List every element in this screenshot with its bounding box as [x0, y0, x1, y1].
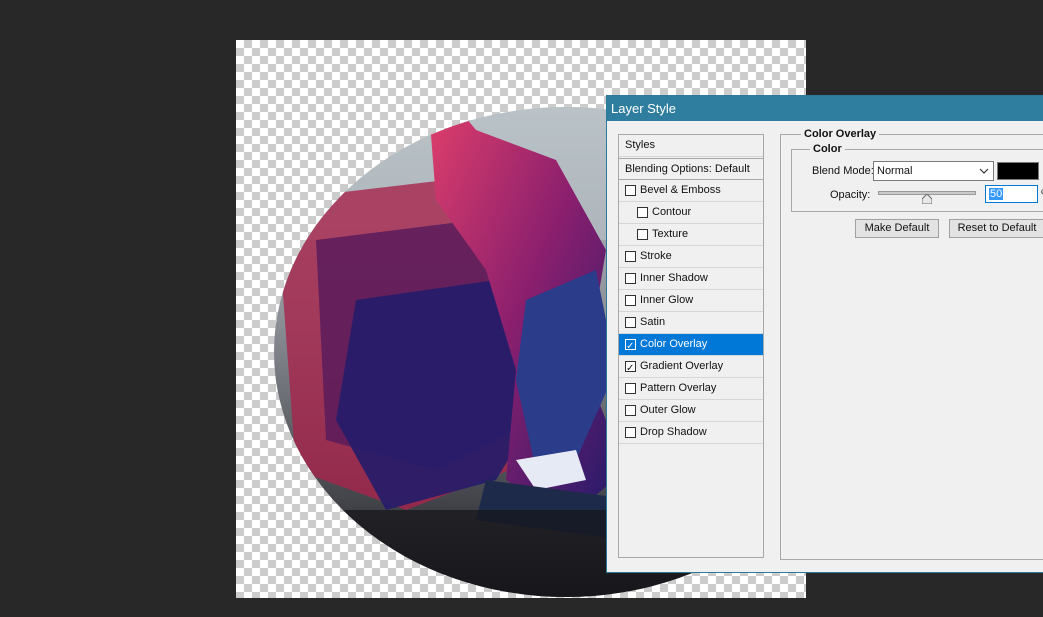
checkbox-icon[interactable] — [625, 317, 636, 328]
style-item-label: Gradient Overlay — [640, 360, 724, 372]
section-title: Color Overlay — [801, 128, 880, 140]
style-item-label: Inner Shadow — [640, 272, 708, 284]
style-item-label: Texture — [652, 228, 689, 240]
color-fieldset: Color Blend Mode: Normal Opacity: 50 — [791, 143, 1043, 212]
style-item-contour[interactable]: Contour — [619, 202, 763, 224]
checkbox-icon[interactable] — [625, 251, 636, 262]
overlay-color-swatch[interactable] — [997, 162, 1039, 180]
style-item-inner-shadow[interactable]: Inner Shadow — [619, 268, 763, 290]
checkbox-icon[interactable] — [637, 207, 648, 218]
checkbox-icon[interactable] — [637, 229, 648, 240]
style-item-pattern-overlay[interactable]: Pattern Overlay — [619, 378, 763, 400]
checkbox-icon[interactable] — [625, 405, 636, 416]
styles-header[interactable]: Styles — [619, 135, 763, 157]
dialog-body: Styles Blending Options: Default Bevel &… — [607, 121, 1043, 572]
style-item-label: Drop Shadow — [640, 426, 707, 438]
opacity-slider-thumb[interactable] — [922, 194, 932, 204]
opacity-label: Opacity: — [830, 189, 871, 201]
style-item-label: Bevel & Emboss — [640, 184, 721, 196]
style-item-label: Color Overlay — [640, 338, 708, 350]
checkbox-icon[interactable] — [625, 185, 636, 196]
style-item-color-overlay[interactable]: Color Overlay — [619, 334, 763, 357]
layer-style-dialog: Layer Style Styles Blending Options: Def… — [606, 95, 1043, 573]
reset-to-default-button[interactable]: Reset to Default — [949, 219, 1043, 238]
style-item-label: Inner Glow — [640, 294, 694, 306]
blending-options-item[interactable]: Blending Options: Default — [618, 158, 764, 180]
style-item-label: Outer Glow — [640, 404, 696, 416]
style-item-bevel-emboss[interactable]: Bevel & Emboss — [619, 180, 763, 202]
style-item-label: Pattern Overlay — [640, 382, 717, 394]
style-item-label: Stroke — [640, 250, 672, 262]
blend-mode-select[interactable]: Normal — [873, 161, 994, 181]
blend-mode-label: Blend Mode: — [812, 165, 874, 177]
style-item-label: Contour — [652, 206, 692, 218]
blend-mode-value: Normal — [877, 165, 913, 177]
checkbox-icon[interactable] — [625, 358, 636, 379]
style-item-drop-shadow[interactable]: Drop Shadow — [619, 422, 763, 444]
style-item-stroke[interactable]: Stroke — [619, 246, 763, 268]
checkbox-icon[interactable] — [625, 295, 636, 306]
dialog-title[interactable]: Layer Style — [607, 96, 1043, 121]
checkbox-icon[interactable] — [625, 427, 636, 438]
style-item-inner-glow[interactable]: Inner Glow — [619, 290, 763, 312]
style-item-label: Satin — [640, 316, 666, 328]
styles-list: Styles Blending Options: Default Bevel &… — [618, 134, 764, 558]
checkbox-icon[interactable] — [625, 336, 636, 357]
group-title: Color — [810, 143, 845, 155]
checkbox-icon[interactable] — [625, 383, 636, 394]
opacity-value: 50 — [989, 188, 1004, 200]
checkbox-icon[interactable] — [625, 273, 636, 284]
color-overlay-panel: Color Overlay Color Blend Mode: Normal O… — [780, 128, 1043, 560]
style-item-gradient-overlay[interactable]: Gradient Overlay — [619, 356, 763, 379]
chevron-down-icon — [979, 162, 989, 187]
style-item-outer-glow[interactable]: Outer Glow — [619, 400, 763, 422]
make-default-button[interactable]: Make Default — [855, 219, 939, 238]
style-item-texture[interactable]: Texture — [619, 224, 763, 246]
style-item-satin[interactable]: Satin — [619, 312, 763, 334]
opacity-input[interactable]: 50 — [985, 185, 1038, 203]
